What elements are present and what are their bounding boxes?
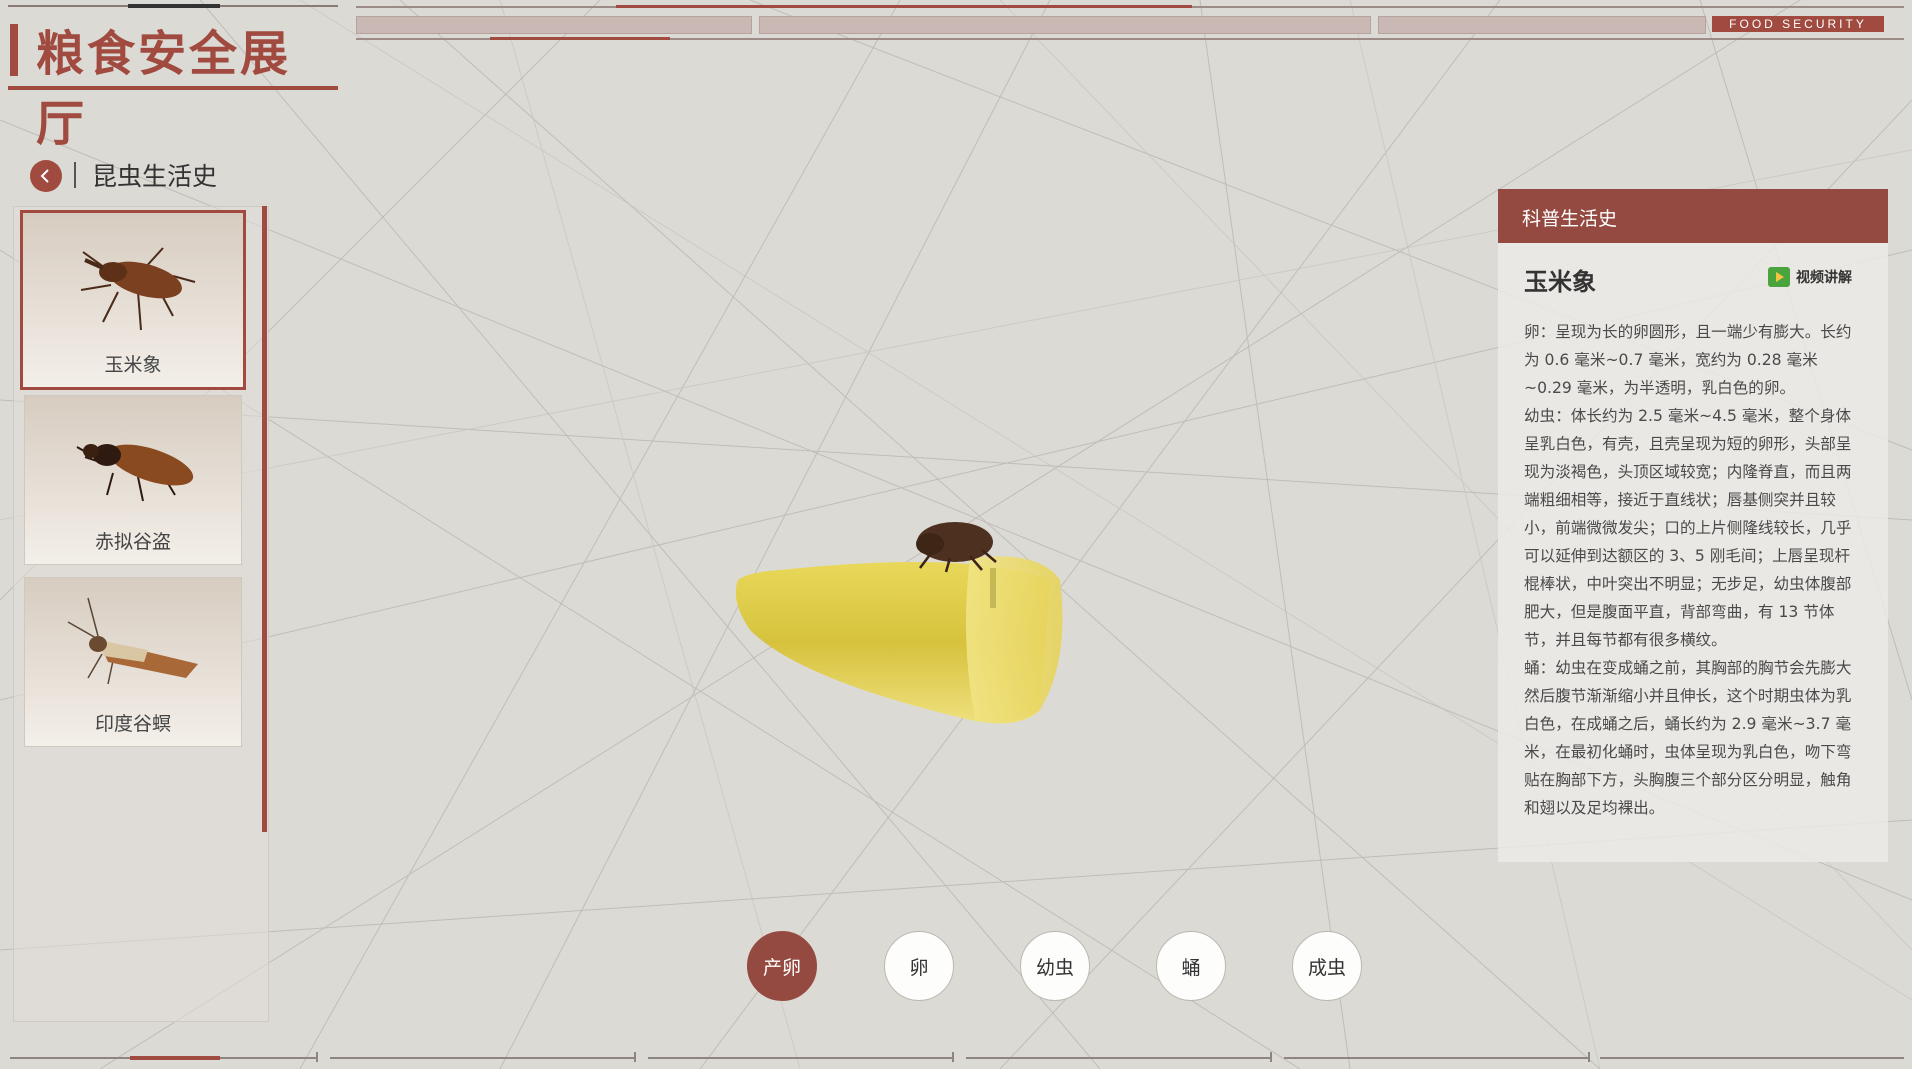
insect-thumbnail xyxy=(25,396,241,534)
video-icon xyxy=(1768,267,1790,287)
chevron-left-icon xyxy=(40,169,49,183)
stage-button-adult[interactable]: 成虫 xyxy=(1292,931,1362,1001)
footer-tick xyxy=(634,1052,636,1062)
header-segment xyxy=(759,16,1371,34)
weevil-icon xyxy=(80,247,196,331)
corn-kernel-model xyxy=(735,522,1063,724)
heading-separator xyxy=(74,162,76,188)
section-title: 昆虫生活史 xyxy=(92,162,218,191)
footer-tick xyxy=(1270,1052,1272,1062)
model-viewer[interactable] xyxy=(720,500,1100,740)
footer-tick xyxy=(952,1052,954,1062)
header-segment xyxy=(1378,16,1706,34)
insect-label: 印度谷螟 xyxy=(94,713,171,735)
stage-button-larva[interactable]: 幼虫 xyxy=(1020,931,1090,1001)
stage-button-lay-eggs[interactable]: 产卵 xyxy=(747,931,817,1001)
description-paragraph: 蛹：幼虫在变成蛹之前，其胸部的胸节会先膨大然后腹节渐渐缩小并且伸长，这个时期虫体… xyxy=(1524,659,1852,817)
insect-card-corn-weevil[interactable]: 玉米象 xyxy=(20,210,246,390)
header-top-rule-accent xyxy=(616,5,1192,8)
stage-button-egg[interactable]: 卵 xyxy=(884,931,954,1001)
footer-rule xyxy=(330,1057,634,1059)
title-underline xyxy=(8,86,338,90)
back-button[interactable] xyxy=(30,160,62,192)
info-description: 卵：呈现为长的卵圆形，且一端少有膨大。长约为 0.6 毫米~0.7 毫米，宽约为… xyxy=(1524,318,1864,822)
food-security-tag: FOOD SECURITY xyxy=(1712,16,1884,32)
insect-card-red-flour-beetle[interactable]: 赤拟谷盗 xyxy=(24,395,242,565)
scrollbar[interactable] xyxy=(262,206,267,832)
footer-tick xyxy=(1588,1052,1590,1062)
info-panel-header: 科普生活史 xyxy=(1498,189,1888,243)
header-segment xyxy=(356,16,752,34)
footer-rule xyxy=(648,1057,952,1059)
video-explain-label: 视频讲解 xyxy=(1796,270,1852,286)
insect-thumbnail xyxy=(25,578,241,716)
insect-thumbnail xyxy=(23,213,243,357)
description-paragraph: 卵：呈现为长的卵圆形，且一端少有膨大。长约为 0.6 毫米~0.7 毫米，宽约为… xyxy=(1524,323,1852,397)
title-bar: 粮食安全展厅 xyxy=(8,0,338,152)
footer-rule xyxy=(966,1057,1270,1059)
header-bottom-rule-accent xyxy=(490,37,670,40)
footer-rule xyxy=(1600,1057,1904,1059)
title-accent-bar xyxy=(10,24,18,76)
insect-name: 玉米象 xyxy=(1524,268,1596,296)
insect-label: 赤拟谷盗 xyxy=(94,531,171,553)
insect-card-indian-meal-moth[interactable]: 印度谷螟 xyxy=(24,577,242,747)
page-title: 粮食安全展厅 xyxy=(36,26,292,152)
video-explain-button[interactable]: 视频讲解 xyxy=(1768,267,1852,287)
beetle-icon xyxy=(76,444,194,502)
footer-rule-accent xyxy=(130,1056,220,1060)
footer-rule xyxy=(1284,1057,1588,1059)
stage-button-pupa[interactable]: 蛹 xyxy=(1156,931,1226,1001)
footer-tick xyxy=(316,1052,318,1062)
info-panel-title: 科普生活史 xyxy=(1522,208,1618,230)
title-top-rule-accent xyxy=(128,4,220,8)
insect-label: 玉米象 xyxy=(104,354,162,376)
description-paragraph: 幼虫：体长约为 2.5 毫米~4.5 毫米，整个身体呈乳白色，有壳，且壳呈现为短… xyxy=(1524,407,1852,649)
moth-icon xyxy=(67,597,198,685)
